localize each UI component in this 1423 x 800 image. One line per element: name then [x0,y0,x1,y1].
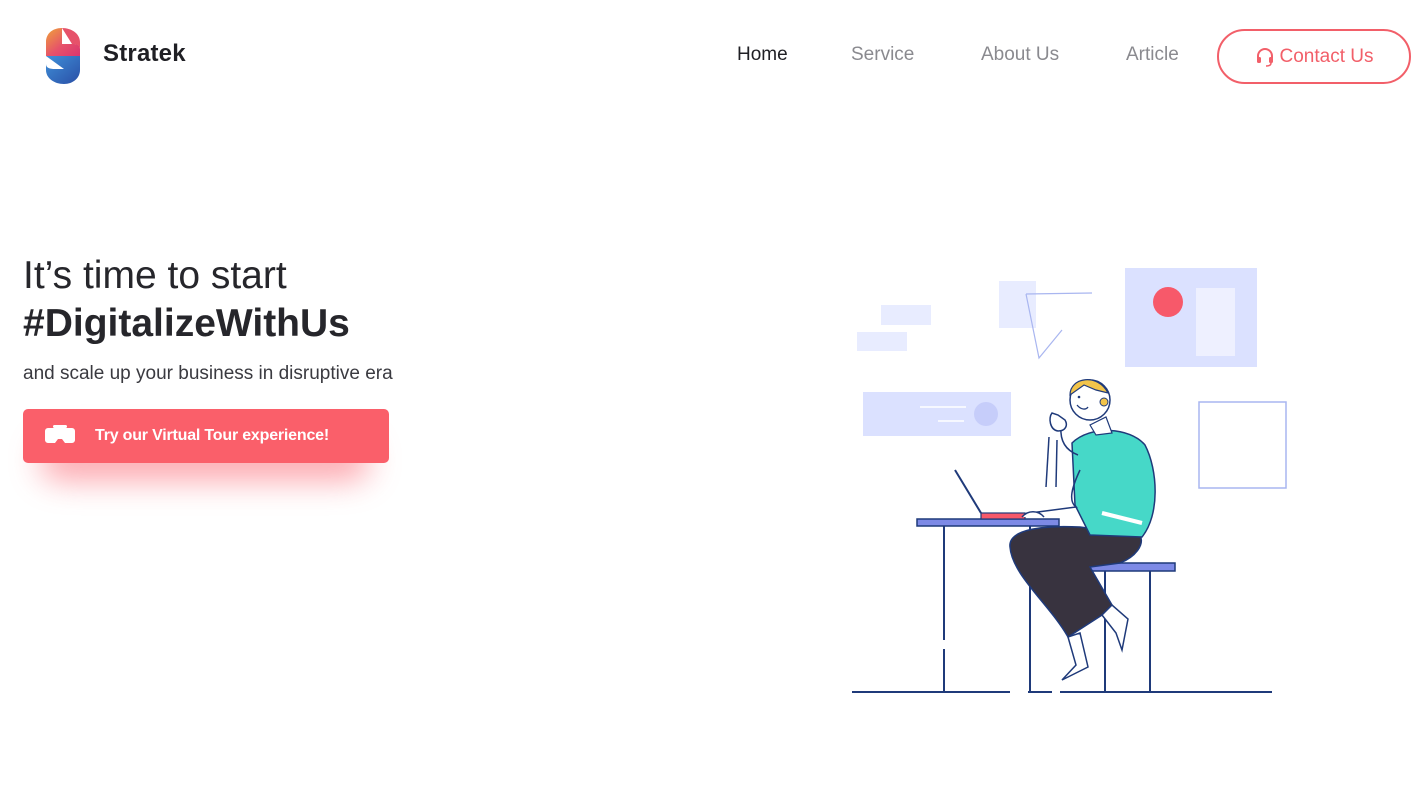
hero-headline-line1: It’s time to start [23,254,287,297]
contact-us-label: Contact Us [1279,45,1374,67]
hero-headline-hashtag: #DigitalizeWithUs [23,302,350,345]
virtual-tour-label: Try our Virtual Tour experience! [95,427,329,444]
person-working-on-laptop-illustration [840,255,1300,705]
nav-about-us[interactable]: About Us [981,44,1059,66]
virtual-tour-button[interactable]: Try our Virtual Tour experience! [23,409,389,463]
nav-service[interactable]: Service [851,44,914,66]
headset-icon [1255,47,1275,67]
nav-article[interactable]: Article [1126,44,1179,66]
landing-page: Stratek Home Service About Us Article Co… [0,0,1423,800]
nav-home[interactable]: Home [737,44,788,66]
brand-name[interactable]: Stratek [103,40,186,68]
vr-headset-icon [44,425,76,447]
stratek-logo-icon[interactable] [44,27,84,85]
contact-us-button[interactable]: Contact Us [1217,29,1411,84]
hero-subtitle: and scale up your business in disruptive… [23,363,393,384]
